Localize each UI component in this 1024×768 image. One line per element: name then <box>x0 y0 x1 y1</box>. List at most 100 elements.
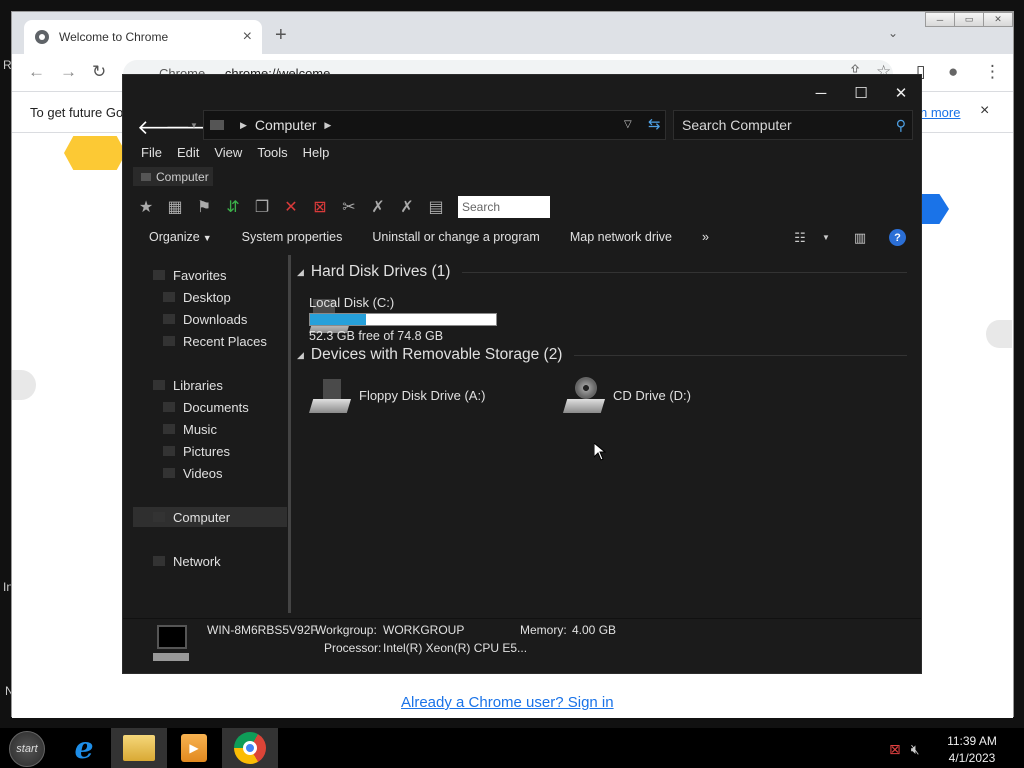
profile-avatar-icon[interactable]: ● <box>948 62 958 82</box>
local-disk-c-info[interactable]: Local Disk (C:) 52.3 GB free of 74.8 GB <box>309 295 497 343</box>
music-icon <box>163 424 175 434</box>
organize-button[interactable]: Organize ▼ <box>149 230 212 244</box>
toolbar-search-input[interactable]: Search <box>458 196 550 218</box>
nav-label: Desktop <box>183 289 231 305</box>
maximize-button[interactable]: ▭ <box>954 12 984 27</box>
new-tab-button[interactable]: + <box>275 24 287 47</box>
delete-icon[interactable]: ✕ <box>280 197 302 217</box>
search-icon[interactable]: ⚲ <box>896 111 906 139</box>
group-label: Hard Disk Drives (1) <box>310 263 451 280</box>
minimize-button[interactable]: ─ <box>925 12 955 27</box>
preview-pane-icon[interactable]: ▥ <box>851 230 869 246</box>
taskbar-internet-explorer[interactable]: e <box>56 728 112 768</box>
more-commands-button[interactable]: » <box>702 230 709 244</box>
folder-icon <box>123 735 155 761</box>
nav-item-computer[interactable]: Computer <box>133 507 287 527</box>
menu-help[interactable]: Help <box>303 145 330 160</box>
address-segment-computer[interactable]: Computer <box>255 117 316 133</box>
taskbar-media-player[interactable]: ▶ <box>166 728 222 768</box>
clock[interactable]: 11:39 AM 4/1/2023 <box>944 733 1000 767</box>
sign-in-link[interactable]: Already a Chrome user? Sign in <box>401 694 614 711</box>
tab-close-icon[interactable]: × <box>243 28 252 46</box>
system-properties-button[interactable]: System properties <box>242 230 343 244</box>
help-icon[interactable]: ? <box>889 229 906 246</box>
address-dropdown-icon[interactable]: ▽ <box>624 119 632 130</box>
chevron-right-icon[interactable]: ▶ <box>240 120 247 131</box>
taskbar-windows-explorer[interactable] <box>111 728 167 768</box>
recent-pages-chevron-icon[interactable]: ▼ <box>190 121 198 130</box>
tab-search-chevron-icon[interactable]: ⌄ <box>888 26 898 40</box>
cut-icon[interactable]: ✂ <box>338 197 360 217</box>
divider <box>462 271 907 273</box>
nav-item-music[interactable]: Music <box>133 419 217 439</box>
views-icon[interactable]: ▤ <box>425 197 447 217</box>
group-label: Devices with Removable Storage (2) <box>310 346 563 363</box>
menu-tools[interactable]: Tools <box>257 145 287 160</box>
close-button[interactable]: ✕ <box>881 75 921 111</box>
close-button[interactable]: ✕ <box>983 12 1013 27</box>
undo-icon[interactable]: ✗ <box>367 197 389 217</box>
network-status-icon[interactable]: ⊠ <box>889 741 901 758</box>
start-button[interactable]: start <box>9 731 45 767</box>
navigation-pane-splitter[interactable] <box>288 255 291 613</box>
forward-arrow-icon[interactable]: → <box>60 62 77 82</box>
uninstall-program-button[interactable]: Uninstall or change a program <box>372 230 539 244</box>
nav-item-recent-places[interactable]: Recent Places <box>133 331 267 351</box>
drive-floppy-a[interactable]: Floppy Disk Drive (A:) <box>309 377 485 413</box>
navigation-pane: Favorites Desktop Downloads Recent Place… <box>133 258 291 614</box>
infobar-text: To get future Go <box>30 105 124 120</box>
nav-label: Downloads <box>183 311 248 327</box>
drive-label: Floppy Disk Drive (A:) <box>359 387 486 403</box>
group-header-removable-storage[interactable]: ◢ Devices with Removable Storage (2) <box>297 346 907 364</box>
media-player-icon: ▶ <box>181 734 207 762</box>
breadcrumb[interactable]: Computer <box>133 167 213 186</box>
view-dropdown-chevron-icon[interactable]: ▼ <box>817 230 835 246</box>
disconnect-drive-icon[interactable]: ⊠ <box>309 197 331 217</box>
reload-icon[interactable]: ↻ <box>92 62 106 82</box>
infobar-close-icon[interactable]: × <box>980 102 989 120</box>
favorites-star-icon[interactable]: ★ <box>135 197 157 217</box>
nav-label: Favorites <box>173 267 227 283</box>
volume-muted-icon[interactable]: 🔇︎ <box>911 741 920 758</box>
explorer-navigation-bar: 🡐 🡒 ▼ ▶ Computer ▶ ▽ ⇆ Search Computer ⚲ <box>123 109 921 143</box>
workgroup-value: WORKGROUP <box>383 623 465 637</box>
taskbar-chrome[interactable] <box>222 728 278 768</box>
windows-flag-icon[interactable]: ⚑ <box>193 197 215 217</box>
history-icon[interactable]: ▦ <box>164 197 186 217</box>
nav-item-videos[interactable]: Videos <box>133 463 223 483</box>
chevron-right-icon[interactable]: ▶ <box>324 120 331 131</box>
search-input[interactable]: Search Computer ⚲ <box>673 110 913 140</box>
nav-item-network[interactable]: Network <box>133 551 221 571</box>
nav-item-libraries[interactable]: Libraries <box>133 375 223 395</box>
learn-more-link[interactable]: n more <box>920 105 960 120</box>
map-network-drive-button[interactable]: Map network drive <box>570 230 672 244</box>
address-bar[interactable]: ▶ Computer ▶ ▽ ⇆ <box>203 110 666 140</box>
collapse-triangle-icon[interactable]: ◢ <box>297 267 304 278</box>
clock-time: 11:39 AM <box>947 734 997 748</box>
nav-item-downloads[interactable]: Downloads <box>133 309 247 329</box>
nav-item-documents[interactable]: Documents <box>133 397 249 417</box>
menu-file[interactable]: File <box>141 145 162 160</box>
breadcrumb-label: Computer <box>156 169 209 184</box>
nav-label: Videos <box>183 465 223 481</box>
nav-item-favorites[interactable]: Favorites <box>133 265 226 285</box>
nav-item-desktop[interactable]: Desktop <box>133 287 231 307</box>
copy-icon[interactable]: ❐ <box>251 197 273 217</box>
collapse-triangle-icon[interactable]: ◢ <box>297 350 304 361</box>
connect-drive-icon[interactable]: ⇵ <box>222 197 244 217</box>
menu-edit[interactable]: Edit <box>177 145 199 160</box>
redo-icon[interactable]: ✗ <box>396 197 418 217</box>
drive-cd-d[interactable]: CD Drive (D:) <box>563 377 691 413</box>
menu-kebab-icon[interactable]: ⋮ <box>984 62 1001 82</box>
menu-view[interactable]: View <box>214 145 242 160</box>
minimize-button[interactable]: ─ <box>801 75 841 111</box>
chrome-tab-welcome[interactable]: Welcome to Chrome × <box>24 20 262 54</box>
nav-item-pictures[interactable]: Pictures <box>133 441 230 461</box>
refresh-icon[interactable]: ⇆ <box>648 115 661 133</box>
change-view-icon[interactable]: ☷ <box>791 230 809 246</box>
back-arrow-icon[interactable]: ← <box>28 62 45 82</box>
group-header-hard-disk-drives[interactable]: ◢ Hard Disk Drives (1) <box>297 263 907 281</box>
maximize-button[interactable]: ☐ <box>841 75 881 111</box>
recent-places-icon <box>163 336 175 346</box>
tab-title: Welcome to Chrome <box>59 30 169 44</box>
